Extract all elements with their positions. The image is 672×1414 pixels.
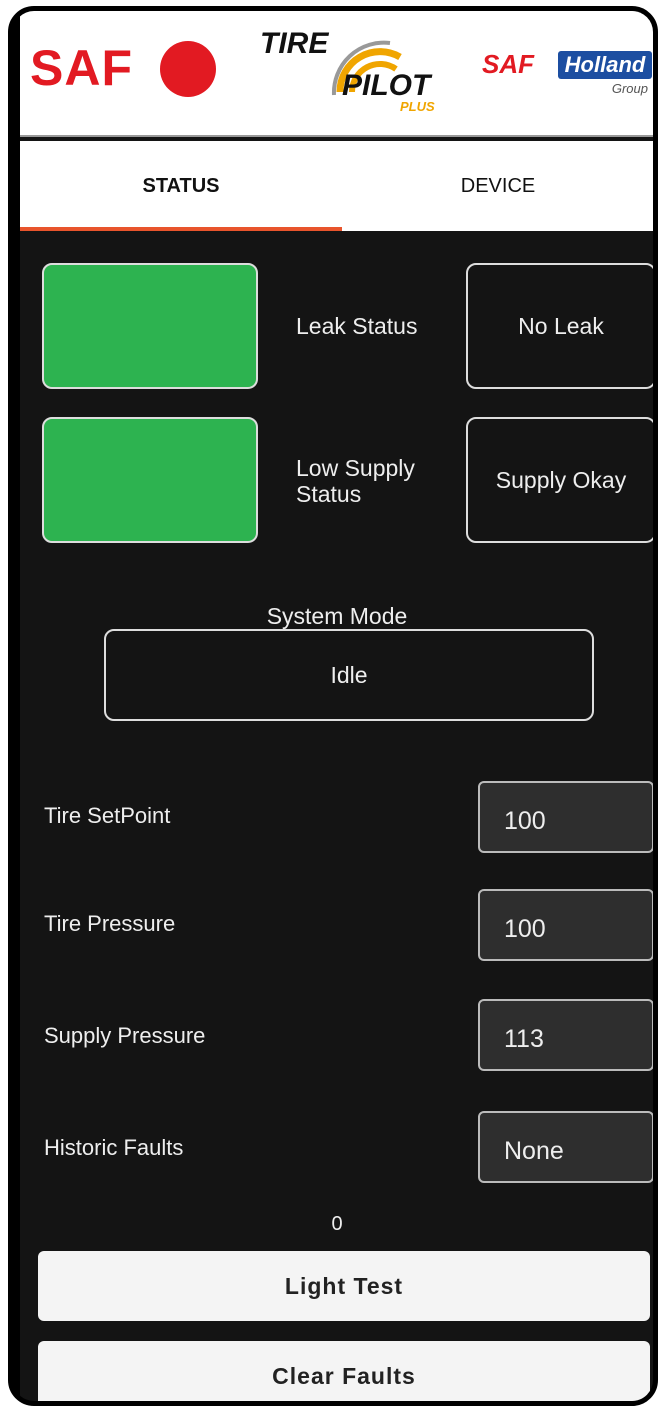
fault-counter: 0 (331, 1213, 343, 1235)
light-test-button[interactable]: Light Test (38, 1251, 650, 1321)
system-mode-value: Idle (104, 629, 594, 721)
historic-faults-label: Historic Faults (44, 1135, 184, 1160)
clear-faults-button-label: Clear Faults (272, 1362, 416, 1389)
saf-logo-text: SAF (30, 40, 133, 96)
supply-status-label-line2: Status (296, 481, 362, 507)
safholland-logo-group: Group (611, 81, 648, 96)
safholland-logo-holland: Holland (558, 51, 652, 79)
supply-status-label: Low Supply Status (296, 455, 415, 507)
historic-faults-field[interactable]: None (478, 1111, 653, 1183)
leak-status-label: Leak Status (296, 313, 418, 339)
tire-pressure-field[interactable]: 100 (478, 889, 653, 961)
leak-status-indicator (42, 263, 258, 389)
system-mode-label: System Mode (266, 603, 408, 629)
historic-faults-value: None (504, 1136, 564, 1165)
supply-status-indicator (42, 417, 258, 543)
app-header: SAF TIRE PILOT PLUS SAF Holland Group (20, 11, 653, 137)
leak-status-value-text: No Leak (518, 312, 604, 339)
safholland-logo-saf: SAF (482, 49, 534, 79)
tire-pressure-value: 100 (504, 914, 546, 943)
light-test-button-label: Light Test (284, 1272, 404, 1299)
tire-pressure-label: Tire Pressure (44, 911, 176, 936)
app-screen: SAF TIRE PILOT PLUS SAF Holland Group ST… (20, 11, 653, 1401)
supply-status-value-text: Supply Okay (495, 466, 627, 493)
tirepilot-logo: TIRE PILOT PLUS (260, 27, 450, 117)
saf-logo-dot (160, 41, 216, 97)
tab-status-label: STATUS (142, 175, 220, 197)
tire-setpoint-value: 100 (504, 806, 546, 835)
tirepilot-logo-pilot: PILOT (342, 69, 431, 102)
leak-status-value: No Leak (466, 263, 653, 389)
safholland-logo: SAF Holland Group (480, 49, 652, 99)
phone-frame: SAF TIRE PILOT PLUS SAF Holland Group ST… (8, 6, 658, 1406)
tire-setpoint-label: Tire SetPoint (44, 803, 171, 828)
tirepilot-logo-plus: PLUS (400, 99, 435, 114)
tab-active-indicator (20, 227, 342, 231)
supply-pressure-value: 113 (504, 1024, 544, 1053)
supply-status-value: Supply Okay (466, 417, 653, 543)
tab-device-label: DEVICE (460, 175, 536, 197)
system-mode-value-text: Idle (330, 661, 368, 688)
tirepilot-logo-tire: TIRE (260, 27, 329, 60)
supply-pressure-field[interactable]: 113 (478, 999, 653, 1071)
tab-status[interactable]: STATUS (20, 141, 342, 231)
supply-pressure-label: Supply Pressure (44, 1023, 206, 1048)
tab-bar: STATUS DEVICE (20, 141, 653, 231)
clear-faults-button[interactable]: Clear Faults (38, 1341, 650, 1401)
tire-setpoint-field[interactable]: 100 (478, 781, 653, 853)
tab-device[interactable]: DEVICE (342, 141, 653, 231)
supply-status-label-line1: Low Supply (296, 455, 415, 481)
